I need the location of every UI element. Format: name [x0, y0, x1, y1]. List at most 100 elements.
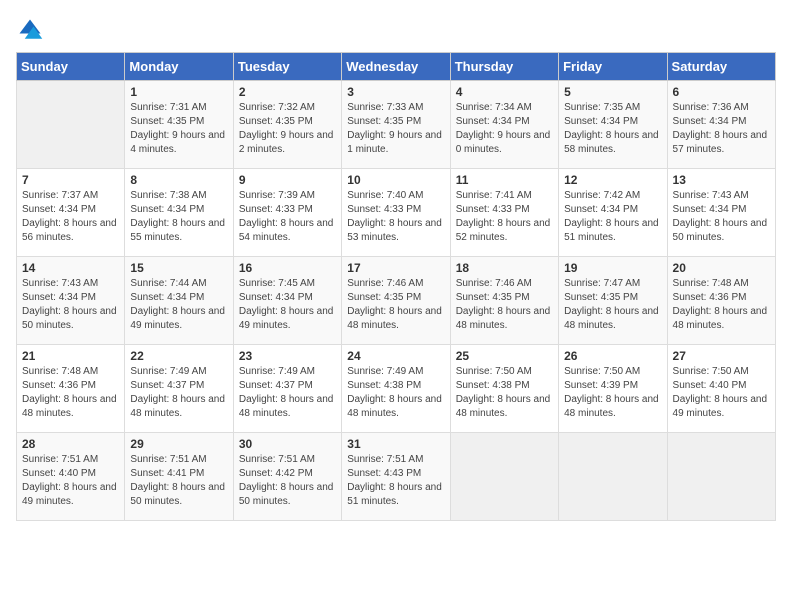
- calendar-cell: 13 Sunrise: 7:43 AMSunset: 4:34 PMDaylig…: [667, 169, 775, 257]
- day-number: 5: [564, 85, 661, 99]
- day-info: Sunrise: 7:40 AMSunset: 4:33 PMDaylight:…: [347, 189, 444, 245]
- day-number: 21: [22, 349, 119, 363]
- day-info: Sunrise: 7:43 AMSunset: 4:34 PMDaylight:…: [22, 277, 119, 333]
- day-number: 31: [347, 437, 444, 451]
- calendar-cell: 6 Sunrise: 7:36 AMSunset: 4:34 PMDayligh…: [667, 81, 775, 169]
- calendar-cell: 24 Sunrise: 7:49 AMSunset: 4:38 PMDaylig…: [342, 345, 450, 433]
- calendar-cell: 1 Sunrise: 7:31 AMSunset: 4:35 PMDayligh…: [125, 81, 233, 169]
- calendar-cell: 2 Sunrise: 7:32 AMSunset: 4:35 PMDayligh…: [233, 81, 341, 169]
- day-info: Sunrise: 7:33 AMSunset: 4:35 PMDaylight:…: [347, 101, 444, 157]
- day-info: Sunrise: 7:39 AMSunset: 4:33 PMDaylight:…: [239, 189, 336, 245]
- calendar-cell: 15 Sunrise: 7:44 AMSunset: 4:34 PMDaylig…: [125, 257, 233, 345]
- day-number: 14: [22, 261, 119, 275]
- day-info: Sunrise: 7:37 AMSunset: 4:34 PMDaylight:…: [22, 189, 119, 245]
- day-info: Sunrise: 7:51 AMSunset: 4:40 PMDaylight:…: [22, 453, 119, 509]
- day-info: Sunrise: 7:50 AMSunset: 4:40 PMDaylight:…: [673, 365, 770, 421]
- calendar-cell: [667, 433, 775, 521]
- day-info: Sunrise: 7:47 AMSunset: 4:35 PMDaylight:…: [564, 277, 661, 333]
- calendar-cell: 30 Sunrise: 7:51 AMSunset: 4:42 PMDaylig…: [233, 433, 341, 521]
- logo: [16, 16, 48, 44]
- header-saturday: Saturday: [667, 53, 775, 81]
- calendar-cell: 23 Sunrise: 7:49 AMSunset: 4:37 PMDaylig…: [233, 345, 341, 433]
- day-info: Sunrise: 7:49 AMSunset: 4:37 PMDaylight:…: [130, 365, 227, 421]
- day-number: 20: [673, 261, 770, 275]
- day-number: 19: [564, 261, 661, 275]
- day-number: 8: [130, 173, 227, 187]
- day-info: Sunrise: 7:51 AMSunset: 4:42 PMDaylight:…: [239, 453, 336, 509]
- day-info: Sunrise: 7:51 AMSunset: 4:41 PMDaylight:…: [130, 453, 227, 509]
- day-number: 16: [239, 261, 336, 275]
- calendar-header-row: SundayMondayTuesdayWednesdayThursdayFrid…: [17, 53, 776, 81]
- day-number: 13: [673, 173, 770, 187]
- calendar-cell: 29 Sunrise: 7:51 AMSunset: 4:41 PMDaylig…: [125, 433, 233, 521]
- day-info: Sunrise: 7:48 AMSunset: 4:36 PMDaylight:…: [673, 277, 770, 333]
- day-info: Sunrise: 7:50 AMSunset: 4:38 PMDaylight:…: [456, 365, 553, 421]
- day-info: Sunrise: 7:34 AMSunset: 4:34 PMDaylight:…: [456, 101, 553, 157]
- calendar-week-1: 1 Sunrise: 7:31 AMSunset: 4:35 PMDayligh…: [17, 81, 776, 169]
- calendar-cell: 26 Sunrise: 7:50 AMSunset: 4:39 PMDaylig…: [559, 345, 667, 433]
- calendar-cell: 8 Sunrise: 7:38 AMSunset: 4:34 PMDayligh…: [125, 169, 233, 257]
- header-thursday: Thursday: [450, 53, 558, 81]
- calendar-cell: 18 Sunrise: 7:46 AMSunset: 4:35 PMDaylig…: [450, 257, 558, 345]
- day-number: 12: [564, 173, 661, 187]
- day-number: 28: [22, 437, 119, 451]
- calendar-week-5: 28 Sunrise: 7:51 AMSunset: 4:40 PMDaylig…: [17, 433, 776, 521]
- calendar-cell: 4 Sunrise: 7:34 AMSunset: 4:34 PMDayligh…: [450, 81, 558, 169]
- day-number: 1: [130, 85, 227, 99]
- day-info: Sunrise: 7:44 AMSunset: 4:34 PMDaylight:…: [130, 277, 227, 333]
- calendar-cell: 12 Sunrise: 7:42 AMSunset: 4:34 PMDaylig…: [559, 169, 667, 257]
- day-number: 22: [130, 349, 227, 363]
- day-info: Sunrise: 7:42 AMSunset: 4:34 PMDaylight:…: [564, 189, 661, 245]
- calendar-cell: 9 Sunrise: 7:39 AMSunset: 4:33 PMDayligh…: [233, 169, 341, 257]
- header: [16, 16, 776, 44]
- calendar-cell: 20 Sunrise: 7:48 AMSunset: 4:36 PMDaylig…: [667, 257, 775, 345]
- day-number: 9: [239, 173, 336, 187]
- day-number: 30: [239, 437, 336, 451]
- header-tuesday: Tuesday: [233, 53, 341, 81]
- day-info: Sunrise: 7:50 AMSunset: 4:39 PMDaylight:…: [564, 365, 661, 421]
- calendar-cell: [450, 433, 558, 521]
- calendar-cell: 31 Sunrise: 7:51 AMSunset: 4:43 PMDaylig…: [342, 433, 450, 521]
- day-number: 23: [239, 349, 336, 363]
- calendar-cell: 14 Sunrise: 7:43 AMSunset: 4:34 PMDaylig…: [17, 257, 125, 345]
- day-info: Sunrise: 7:32 AMSunset: 4:35 PMDaylight:…: [239, 101, 336, 157]
- day-info: Sunrise: 7:49 AMSunset: 4:38 PMDaylight:…: [347, 365, 444, 421]
- day-number: 7: [22, 173, 119, 187]
- logo-icon: [16, 16, 44, 44]
- calendar-week-3: 14 Sunrise: 7:43 AMSunset: 4:34 PMDaylig…: [17, 257, 776, 345]
- calendar-week-4: 21 Sunrise: 7:48 AMSunset: 4:36 PMDaylig…: [17, 345, 776, 433]
- day-info: Sunrise: 7:45 AMSunset: 4:34 PMDaylight:…: [239, 277, 336, 333]
- calendar-table: SundayMondayTuesdayWednesdayThursdayFrid…: [16, 52, 776, 521]
- day-number: 17: [347, 261, 444, 275]
- day-info: Sunrise: 7:49 AMSunset: 4:37 PMDaylight:…: [239, 365, 336, 421]
- calendar-cell: 28 Sunrise: 7:51 AMSunset: 4:40 PMDaylig…: [17, 433, 125, 521]
- header-monday: Monday: [125, 53, 233, 81]
- day-info: Sunrise: 7:48 AMSunset: 4:36 PMDaylight:…: [22, 365, 119, 421]
- day-number: 2: [239, 85, 336, 99]
- calendar-cell: 27 Sunrise: 7:50 AMSunset: 4:40 PMDaylig…: [667, 345, 775, 433]
- calendar-cell: [559, 433, 667, 521]
- day-number: 18: [456, 261, 553, 275]
- calendar-cell: [17, 81, 125, 169]
- day-number: 6: [673, 85, 770, 99]
- calendar-cell: 22 Sunrise: 7:49 AMSunset: 4:37 PMDaylig…: [125, 345, 233, 433]
- day-info: Sunrise: 7:35 AMSunset: 4:34 PMDaylight:…: [564, 101, 661, 157]
- calendar-cell: 16 Sunrise: 7:45 AMSunset: 4:34 PMDaylig…: [233, 257, 341, 345]
- day-info: Sunrise: 7:36 AMSunset: 4:34 PMDaylight:…: [673, 101, 770, 157]
- header-sunday: Sunday: [17, 53, 125, 81]
- day-number: 29: [130, 437, 227, 451]
- day-number: 25: [456, 349, 553, 363]
- header-friday: Friday: [559, 53, 667, 81]
- day-number: 15: [130, 261, 227, 275]
- day-info: Sunrise: 7:38 AMSunset: 4:34 PMDaylight:…: [130, 189, 227, 245]
- calendar-cell: 11 Sunrise: 7:41 AMSunset: 4:33 PMDaylig…: [450, 169, 558, 257]
- day-number: 11: [456, 173, 553, 187]
- calendar-cell: 7 Sunrise: 7:37 AMSunset: 4:34 PMDayligh…: [17, 169, 125, 257]
- day-info: Sunrise: 7:43 AMSunset: 4:34 PMDaylight:…: [673, 189, 770, 245]
- day-number: 3: [347, 85, 444, 99]
- calendar-cell: 3 Sunrise: 7:33 AMSunset: 4:35 PMDayligh…: [342, 81, 450, 169]
- calendar-cell: 21 Sunrise: 7:48 AMSunset: 4:36 PMDaylig…: [17, 345, 125, 433]
- day-info: Sunrise: 7:41 AMSunset: 4:33 PMDaylight:…: [456, 189, 553, 245]
- header-wednesday: Wednesday: [342, 53, 450, 81]
- day-info: Sunrise: 7:31 AMSunset: 4:35 PMDaylight:…: [130, 101, 227, 157]
